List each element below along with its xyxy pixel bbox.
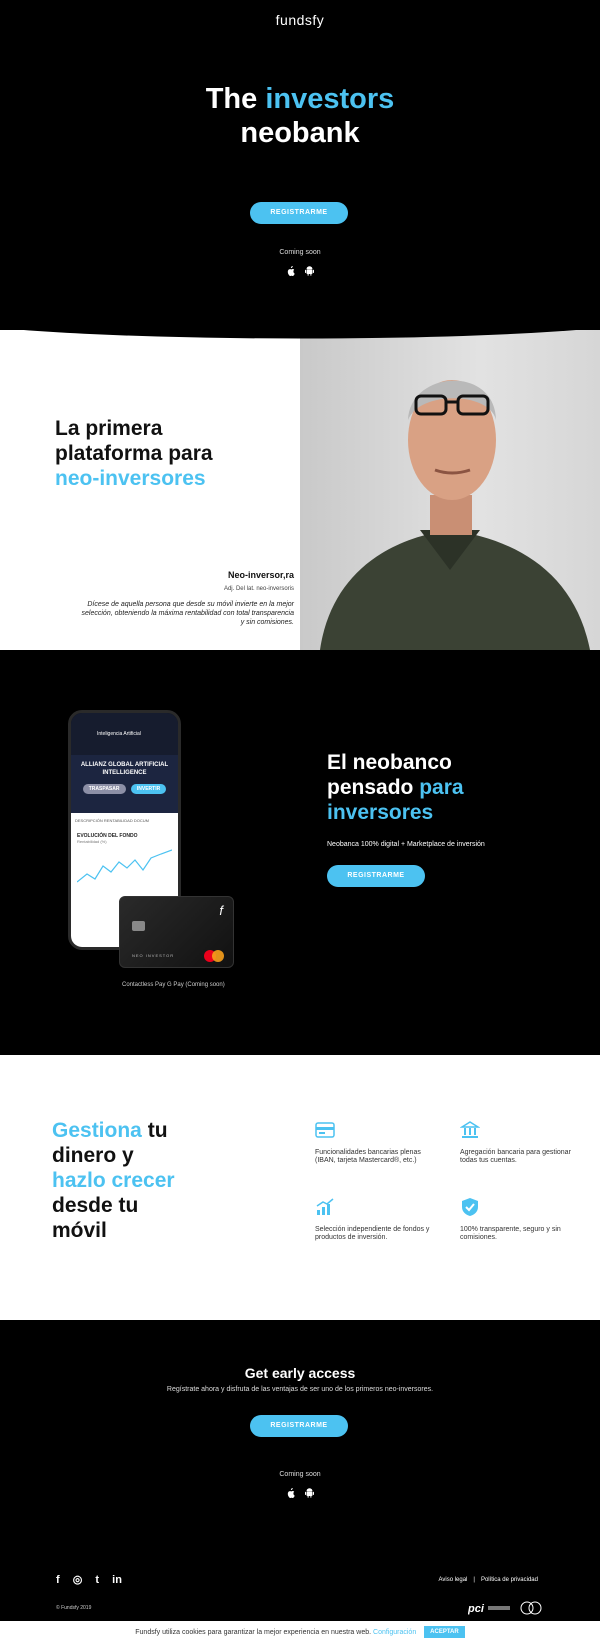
mastercard-outline-icon [520, 1601, 542, 1615]
neo-investor-card: f NEO INVESTOR [119, 896, 234, 968]
platform-section: La primera plataforma para neo-inversore… [0, 330, 600, 650]
pci-dss-icon: pci [468, 1603, 510, 1615]
hero-register-button[interactable]: REGISTRARME [250, 202, 348, 224]
definition-title: Neo-inversor,ra [227, 570, 294, 580]
hero-bottom-curve [0, 320, 600, 339]
manage-title-1: tu [147, 1119, 168, 1142]
cookie-config-link[interactable]: Configuración [373, 1629, 416, 1636]
facebook-icon[interactable]: f [56, 1574, 60, 1586]
manage-title: Gestiona tu dinero y hazlo crecer desde … [52, 1118, 175, 1243]
neobank-title-line1: El neobanco [327, 751, 452, 774]
neobank-subtitle: Neobanca 100% digital + Marketplace de i… [327, 841, 485, 848]
mastercard-icon [204, 950, 224, 962]
fundsfy-logo[interactable]: fundsfy [0, 12, 600, 28]
neobank-section: Inteligencia Artificial ALLIANZ GLOBAL A… [0, 650, 600, 1055]
phone-chart-line [76, 849, 173, 883]
legal-link[interactable]: Aviso legal [438, 1577, 467, 1583]
platform-text-panel: La primera plataforma para neo-inversore… [0, 330, 300, 650]
phone-fund-name: ALLIANZ GLOBAL ARTIFICIAL INTELLIGENCE [80, 762, 169, 776]
phone-header: Inteligencia Artificial [71, 713, 178, 755]
card-holder-name: NEO INVESTOR [132, 953, 175, 958]
apple-icon[interactable] [286, 266, 295, 278]
manage-title-accent2: hazlo crecer [52, 1169, 175, 1192]
early-access-subtitle: Regístrate ahora y disfruta de las venta… [166, 1386, 434, 1393]
hero-title-accent: investors [265, 83, 395, 115]
coming-soon-label: Coming soon [279, 249, 321, 256]
phone-invest-button: INVERTIR [130, 784, 167, 794]
manage-title-2: dinero y [52, 1144, 134, 1167]
feature-banking: Funcionalidades bancarias plenas (IBAN, … [315, 1120, 430, 1165]
twitter-icon[interactable]: t [95, 1574, 99, 1586]
apple-icon[interactable] [286, 1488, 295, 1500]
card-chip [132, 921, 145, 931]
early-access-title: Get early access [244, 1365, 356, 1381]
landing-page: fundsfy The investors neobank REGISTRARM… [0, 0, 600, 1644]
android-icon[interactable] [305, 1488, 315, 1500]
manage-title-accent1: Gestiona [52, 1119, 142, 1142]
phone-fund-buttons: TRASPASAR INVERTIR [71, 784, 178, 794]
neobank-title-accent1: para [419, 776, 464, 799]
definition-text: Dícese de aquella persona que desde su m… [81, 601, 294, 626]
feature-transparency: 100% transparente, seguro y sin comision… [460, 1197, 575, 1242]
svg-text:pci: pci [468, 1603, 485, 1615]
privacy-link[interactable]: Política de privacidad [481, 1577, 538, 1583]
link-separator: | [473, 1577, 475, 1583]
linkedin-icon[interactable]: in [112, 1574, 122, 1586]
manage-title-3: desde tu [52, 1194, 139, 1217]
bank-icon [459, 1121, 481, 1138]
neobank-title-accent2: inversores [327, 801, 434, 824]
cookie-bar: Fundsfy utiliza cookies para garantizar … [0, 1621, 600, 1644]
definition-subtitle: Adj. Del lat. neo-inversoris [223, 586, 294, 592]
feature-selection: Selección independiente de fondos y prod… [315, 1197, 430, 1242]
early-access-section: Get early access Regístrate ahora y disf… [0, 1320, 600, 1644]
card-logo: f [219, 903, 223, 918]
hero-title-part1: The [205, 83, 258, 115]
platform-title: La primera plataforma para neo-inversore… [55, 416, 213, 491]
shield-check-icon [462, 1198, 478, 1216]
feature-banking-text: Funcionalidades bancarias plenas (IBAN, … [315, 1149, 421, 1164]
early-coming-soon: Coming soon [279, 1471, 321, 1478]
early-register-button[interactable]: REGISTRARME [250, 1415, 348, 1437]
payment-methods: Contactless Pay G Pay (Coming soon) [122, 982, 225, 988]
feature-aggregation: Agregación bancaria para gestionar todas… [459, 1120, 575, 1165]
phone-transfer-button: TRASPASAR [82, 784, 126, 794]
feature-transparency-text: 100% transparente, seguro y sin comision… [460, 1226, 561, 1241]
platform-title-line2: plataforma para [55, 442, 213, 465]
neobank-title: El neobanco pensado para inversores [327, 750, 464, 825]
card-icon [315, 1122, 335, 1138]
android-icon[interactable] [305, 266, 315, 278]
cookie-accept-button[interactable]: ACEPTAR [424, 1626, 465, 1639]
early-store-icons [0, 1488, 600, 1500]
social-links: f ◎ t in [56, 1573, 132, 1586]
hero-title-part2: neobank [240, 117, 360, 149]
phone-tabs: DESCRIPCIÓN RENTABILIDAD DOCUM [71, 813, 178, 829]
copyright: © Fundsfy 2019 [56, 1605, 92, 1611]
growth-chart-icon [316, 1198, 334, 1215]
phone-fund-card: ALLIANZ GLOBAL ARTIFICIAL INTELLIGENCE T… [71, 755, 178, 813]
neobank-title-line2: pensado [327, 776, 414, 799]
platform-title-line1: La primera [55, 417, 163, 440]
manage-section: Gestiona tu dinero y hazlo crecer desde … [0, 1055, 600, 1320]
instagram-icon[interactable]: ◎ [73, 1573, 83, 1586]
manage-title-4: móvil [52, 1219, 107, 1242]
investor-portrait [300, 330, 600, 650]
feature-aggregation-text: Agregación bancaria para gestionar todas… [460, 1149, 571, 1164]
platform-title-accent: neo-inversores [55, 467, 206, 490]
store-icons [0, 266, 600, 278]
hero-title: The investors neobank [0, 82, 600, 150]
footer-links: Aviso legal | Política de privacidad [438, 1577, 538, 1583]
cookie-text: Fundsfy utiliza cookies para garantizar … [135, 1629, 372, 1636]
neobank-register-button[interactable]: REGISTRARME [327, 865, 425, 887]
feature-selection-text: Selección independiente de fondos y prod… [315, 1226, 430, 1241]
hero-section: fundsfy The investors neobank REGISTRARM… [0, 0, 600, 340]
